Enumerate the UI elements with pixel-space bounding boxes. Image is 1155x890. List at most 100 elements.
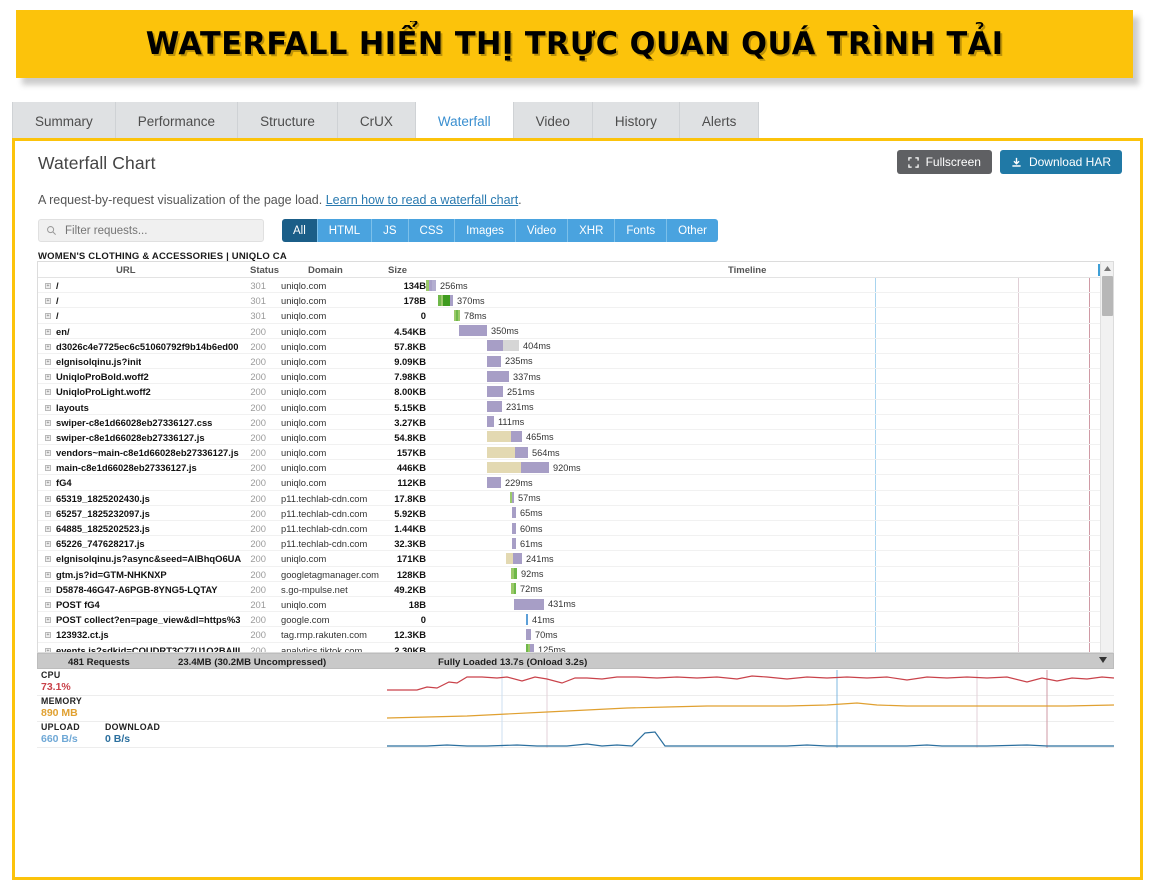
table-row[interactable]: + fG4 200 uniqlo.com 112KB 229ms bbox=[38, 475, 1113, 491]
expand-row-icon[interactable]: + bbox=[45, 617, 51, 624]
timeline-bar-area: 404ms bbox=[426, 339, 1113, 354]
search-box[interactable] bbox=[38, 219, 264, 242]
expand-row-icon[interactable]: + bbox=[45, 601, 51, 608]
expand-row-icon[interactable]: + bbox=[45, 480, 51, 487]
expand-row-icon[interactable]: + bbox=[45, 434, 51, 441]
request-status: 200 bbox=[250, 371, 266, 383]
filter-tab-css[interactable]: CSS bbox=[408, 219, 456, 242]
tab-structure[interactable]: Structure bbox=[238, 102, 338, 140]
expand-row-icon[interactable]: + bbox=[45, 541, 51, 548]
expand-row-icon[interactable]: + bbox=[45, 358, 51, 365]
request-status: 200 bbox=[250, 386, 266, 398]
table-row[interactable]: +65226_747628217.js 200 p11.techlab-cdn.co… bbox=[38, 536, 1113, 552]
request-url: elgnisolqinu.js?init bbox=[56, 355, 142, 367]
table-row[interactable]: + en/200 uniqlo.com 4.54KB 350ms bbox=[38, 324, 1113, 339]
fullscreen-button[interactable]: Fullscreen bbox=[896, 150, 992, 174]
request-size: 1.44KB bbox=[394, 523, 426, 534]
request-duration-label: 111ms bbox=[498, 417, 525, 428]
metric-label-secondary: DOWNLOAD bbox=[105, 722, 161, 732]
request-duration-label: 57ms bbox=[518, 493, 541, 504]
tab-history[interactable]: History bbox=[592, 102, 680, 140]
filter-tab-fonts[interactable]: Fonts bbox=[615, 219, 668, 242]
table-row[interactable]: + / 301 uniqlo.com 0 78ms bbox=[38, 308, 1113, 324]
request-domain: uniqlo.com bbox=[281, 477, 327, 489]
filter-tab-video[interactable]: Video bbox=[515, 219, 569, 242]
timeline-bar-area: 92ms bbox=[426, 567, 1113, 582]
table-row[interactable]: + swiper-c8e1d66028eb27336127.js 200 uniqlo… bbox=[38, 430, 1113, 446]
table-row[interactable]: + POST fG4 201 uniqlo.com 18B 431ms bbox=[38, 597, 1113, 613]
request-domain: uniqlo.com bbox=[281, 462, 327, 474]
request-status: 301 bbox=[250, 280, 266, 291]
tab-performance[interactable]: Performance bbox=[115, 102, 239, 140]
table-row[interactable]: +64885_1825202523.js 200 p11.techlab-cdn.c… bbox=[38, 521, 1113, 537]
tab-summary[interactable]: Summary bbox=[12, 102, 116, 140]
request-size: 0 bbox=[420, 614, 426, 626]
expand-row-icon[interactable]: + bbox=[45, 389, 51, 396]
summary-load-time: Fully Loaded 13.7s (Onload 3.2s) bbox=[438, 657, 588, 668]
expand-row-icon[interactable]: + bbox=[45, 374, 51, 381]
expand-row-icon[interactable]: + bbox=[45, 556, 51, 563]
table-row[interactable]: + UniqloProLight.woff2 200 uniqlo.com 8.00KB… bbox=[38, 384, 1113, 400]
table-row[interactable]: + POST collect?en=page_view&dl=https%3 200… bbox=[38, 612, 1113, 628]
search-input[interactable] bbox=[63, 223, 233, 238]
filter-tab-xhr[interactable]: XHR bbox=[568, 219, 616, 242]
expand-row-icon[interactable]: + bbox=[45, 419, 51, 426]
table-row[interactable]: + main-c8e1d66028eb27336127.js 200 uniqlo.c… bbox=[38, 460, 1113, 476]
expand-row-icon[interactable]: + bbox=[45, 586, 51, 593]
request-status: 200 bbox=[250, 614, 266, 626]
request-duration-label: 256ms bbox=[440, 280, 468, 291]
request-size: 178B bbox=[403, 295, 426, 307]
waterfall-help-link[interactable]: Learn how to read a waterfall chart bbox=[326, 193, 518, 207]
filter-tab-html[interactable]: HTML bbox=[317, 219, 373, 242]
expand-row-icon[interactable]: + bbox=[45, 328, 51, 335]
filter-tab-all[interactable]: All bbox=[282, 219, 318, 242]
table-row[interactable]: + layouts 200 uniqlo.com 5.15KB 231ms bbox=[38, 400, 1113, 415]
expand-row-icon[interactable]: + bbox=[45, 510, 51, 517]
expand-row-icon[interactable]: + bbox=[45, 313, 51, 320]
table-row[interactable]: + events.js?sdkid=COUDRT3C77U1Q2BAIII 200 a… bbox=[38, 643, 1113, 652]
table-row[interactable]: + d3026c4e7725ec6c51060792f9b14b6ed00 200 u… bbox=[38, 339, 1113, 354]
tab-waterfall[interactable]: Waterfall bbox=[415, 102, 514, 140]
expand-row-icon[interactable]: + bbox=[45, 404, 51, 411]
expand-row-icon[interactable]: + bbox=[45, 526, 51, 532]
expand-row-icon[interactable]: + bbox=[45, 571, 51, 578]
collapse-icon[interactable] bbox=[1099, 657, 1107, 663]
panel-header: Waterfall Chart Fullscreen Download HAR bbox=[15, 141, 1140, 187]
table-row[interactable]: + elgnisolqinu.js?async&seed=AlBhqO6UA 200… bbox=[38, 551, 1113, 567]
table-row[interactable]: + elgnisolqinu.js?init 200 uniqlo.com 9.09KB… bbox=[38, 354, 1113, 370]
table-row[interactable]: + / 301 uniqlo.com 178B 370ms bbox=[38, 293, 1113, 309]
table-body: + / 301 uniqlo.com 134B 256ms + / 301 uniqlo.com 1… bbox=[38, 278, 1113, 652]
banner-title: WATERFALL HIỂN THỊ TRỰC QUAN QUÁ TRÌNH T… bbox=[145, 26, 1004, 62]
expand-row-icon[interactable]: + bbox=[45, 298, 51, 305]
timeline-bar-area: 256ms bbox=[426, 278, 1113, 293]
request-url: POST fG4 bbox=[56, 598, 100, 610]
filter-tab-images[interactable]: Images bbox=[455, 219, 516, 242]
table-row[interactable]: + swiper-c8e1d66028eb27336127.css 200 uniql… bbox=[38, 415, 1113, 430]
expand-row-icon[interactable]: + bbox=[45, 632, 51, 639]
table-row[interactable]: + gtm.js?id=GTM-NHKNXP 200 googletagmanager… bbox=[38, 567, 1113, 582]
table-row[interactable]: + D5878-46G47-A6PGB-8YNG5-LQTAY 200 s.go-mp… bbox=[38, 582, 1113, 597]
table-row[interactable]: + UniqloProBold.woff2 200 uniqlo.com 7.98KB 3… bbox=[38, 369, 1113, 385]
table-row[interactable]: + vendors~main-c8e1d66028eb27336127.js 200… bbox=[38, 445, 1113, 461]
expand-row-icon[interactable]: + bbox=[45, 283, 51, 289]
expand-row-icon[interactable]: + bbox=[45, 465, 51, 472]
scrollbar-thumb[interactable] bbox=[1102, 276, 1113, 316]
table-row[interactable]: +123932.ct.js 200 tag.rmp.rakuten.com 12.3K… bbox=[38, 627, 1113, 643]
scroll-up-icon[interactable] bbox=[1101, 262, 1113, 274]
metric-row: MEMORY 890 MB bbox=[37, 696, 1115, 722]
tab-crux[interactable]: CrUX bbox=[337, 102, 416, 140]
request-domain: p11.techlab-cdn.com bbox=[281, 492, 368, 504]
table-row[interactable]: +65319_1825202430.js 200 p11.techlab-cdn.c… bbox=[38, 491, 1113, 506]
table-row[interactable]: +65257_1825232097.js 200 p11.techlab-cdn.c… bbox=[38, 506, 1113, 521]
download-har-button[interactable]: Download HAR bbox=[999, 150, 1122, 174]
expand-row-icon[interactable]: + bbox=[45, 450, 51, 457]
filter-tab-other[interactable]: Other bbox=[667, 219, 718, 242]
expand-row-icon[interactable]: + bbox=[45, 343, 51, 350]
table-scrollbar[interactable] bbox=[1100, 262, 1113, 652]
request-domain: s.go-mpulse.net bbox=[281, 583, 348, 595]
tab-alerts[interactable]: Alerts bbox=[679, 102, 760, 140]
tab-video[interactable]: Video bbox=[513, 102, 593, 140]
expand-row-icon[interactable]: + bbox=[45, 495, 51, 502]
filter-tab-js[interactable]: JS bbox=[372, 219, 409, 242]
table-row[interactable]: + / 301 uniqlo.com 134B 256ms bbox=[38, 278, 1113, 294]
